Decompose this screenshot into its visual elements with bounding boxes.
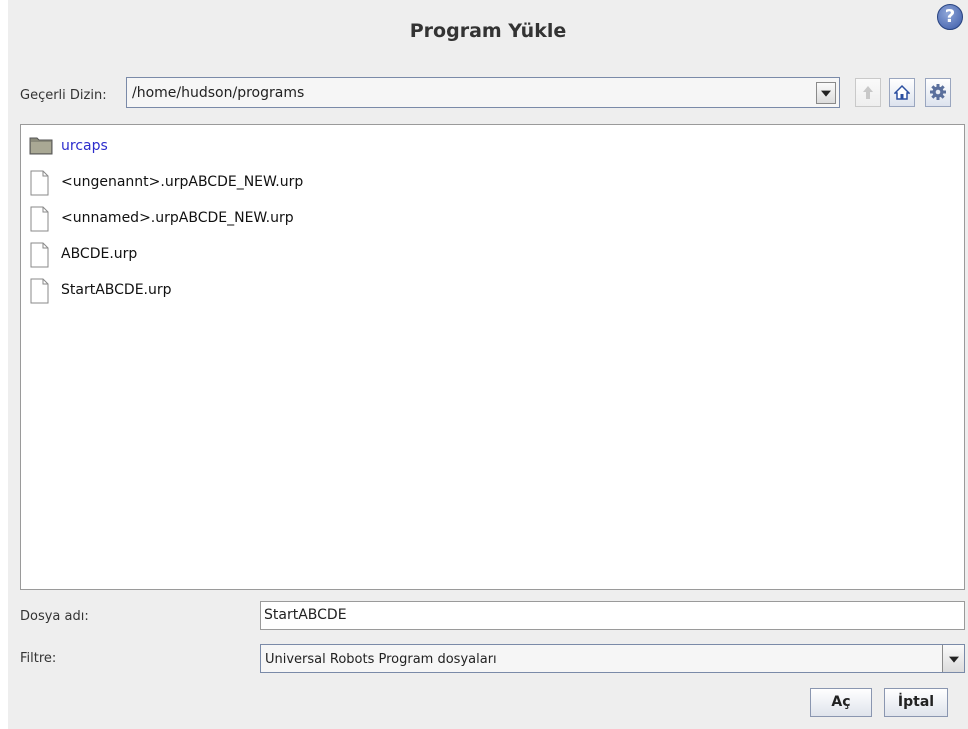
load-program-dialog: Program Yükle ? Geçerli Dizin: /home/hud… [8, 0, 968, 729]
question-circle-icon[interactable]: ? [937, 4, 963, 30]
file-icon [30, 170, 49, 196]
current-directory-combo[interactable]: /home/hudson/programs [126, 77, 840, 108]
filter-label: Filtre: [20, 651, 57, 666]
current-directory-value: /home/hudson/programs [132, 85, 305, 101]
cancel-button[interactable]: İptal [884, 688, 948, 717]
chevron-down-icon [948, 656, 959, 663]
current-directory-label: Geçerli Dizin: [20, 88, 107, 103]
arrow-up-icon [863, 86, 873, 99]
file-icon [30, 206, 49, 232]
filter-select[interactable]: Universal Robots Program dosyaları [260, 644, 965, 673]
home-icon [894, 84, 910, 100]
list-item-label: <unnamed>.urpABCDE_NEW.urp [61, 210, 294, 226]
open-button[interactable]: Aç [810, 688, 872, 717]
list-item-label: <ungenannt>.urpABCDE_NEW.urp [61, 174, 304, 190]
filename-input[interactable]: StartABCDE [260, 601, 965, 630]
filename-label: Dosya adı: [20, 609, 89, 624]
list-item-label: StartABCDE.urp [61, 282, 172, 298]
filter-value: Universal Robots Program dosyaları [265, 652, 497, 667]
gear-icon [930, 84, 946, 100]
settings-button[interactable] [925, 78, 951, 107]
file-icon [30, 242, 49, 268]
up-folder-button[interactable] [855, 78, 881, 107]
list-item-label: urcaps [61, 138, 108, 154]
dialog-title: Program Yükle [409, 20, 567, 42]
file-list[interactable]: urcaps <ungenannt>.urpABCDE_NEW.urp <unn… [20, 124, 965, 590]
directory-dropdown-button[interactable] [816, 82, 836, 104]
home-folder-button[interactable] [889, 78, 915, 107]
file-icon [30, 278, 49, 304]
filter-dropdown-button[interactable] [942, 645, 964, 672]
chevron-down-icon [821, 90, 831, 97]
list-item-label: ABCDE.urp [61, 246, 138, 262]
folder-icon [29, 137, 53, 155]
